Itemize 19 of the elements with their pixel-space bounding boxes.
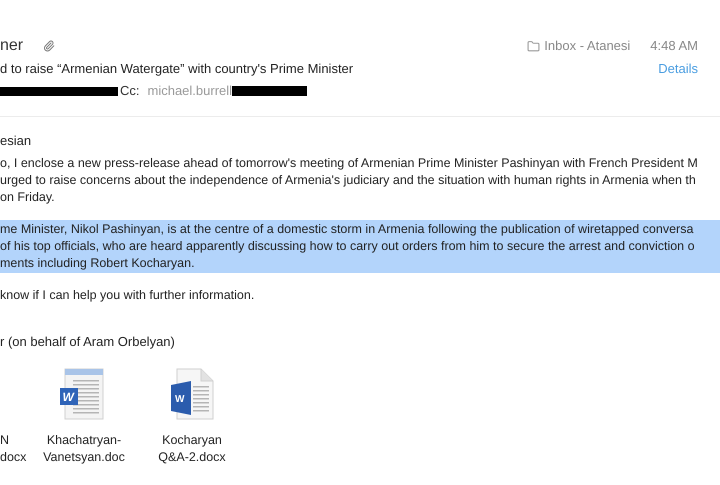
sender-name: ner <box>0 36 24 56</box>
paragraph-line: me Minister, Nikol Pashinyan, is at the centre of a domestic storm in Armenia following the publication of wiretapped conversa <box>0 221 694 238</box>
received-time: 4:48 AM <box>650 37 698 56</box>
paragraph-line: of his top officials, who are heard apparently discussing how to carry out orders from him to secure the arrest and conviction o <box>0 238 695 255</box>
paragraph-line: on Friday. <box>0 189 55 206</box>
paragraph-line: ments including Robert Kocharyan. <box>0 255 195 272</box>
mailbox-label: Inbox - Atanesi <box>544 37 630 56</box>
signature-text: r (on behalf of Aram Orbelyan) <box>0 333 176 350</box>
paragraph-line: o, I enclose a new press-release ahead of tomorrow's meeting of Armenian Prime Minister Pashinyan with French President M <box>0 155 698 172</box>
cc-address: michael.burrell <box>148 82 232 100</box>
greeting-text: esian <box>0 132 32 149</box>
email-subject: d to raise “Armenian Watergate” with country's Prime Minister <box>0 61 354 77</box>
attachment-name[interactable]: Khachatryan- Vanetsyan.doc <box>43 432 125 466</box>
cc-label: Cc: <box>120 82 140 100</box>
paragraph-line: know if I can help you with further information. <box>0 287 254 304</box>
folder-icon <box>527 40 540 52</box>
attachment-name[interactable]: Kocharyan Q&A-2.docx <box>158 432 226 466</box>
attachment-name[interactable]: N docx <box>0 432 26 466</box>
paragraph-line: urged to raise concerns about the independence of Armenia's judiciary and the situation with human rights in Armenia when th <box>0 172 696 189</box>
